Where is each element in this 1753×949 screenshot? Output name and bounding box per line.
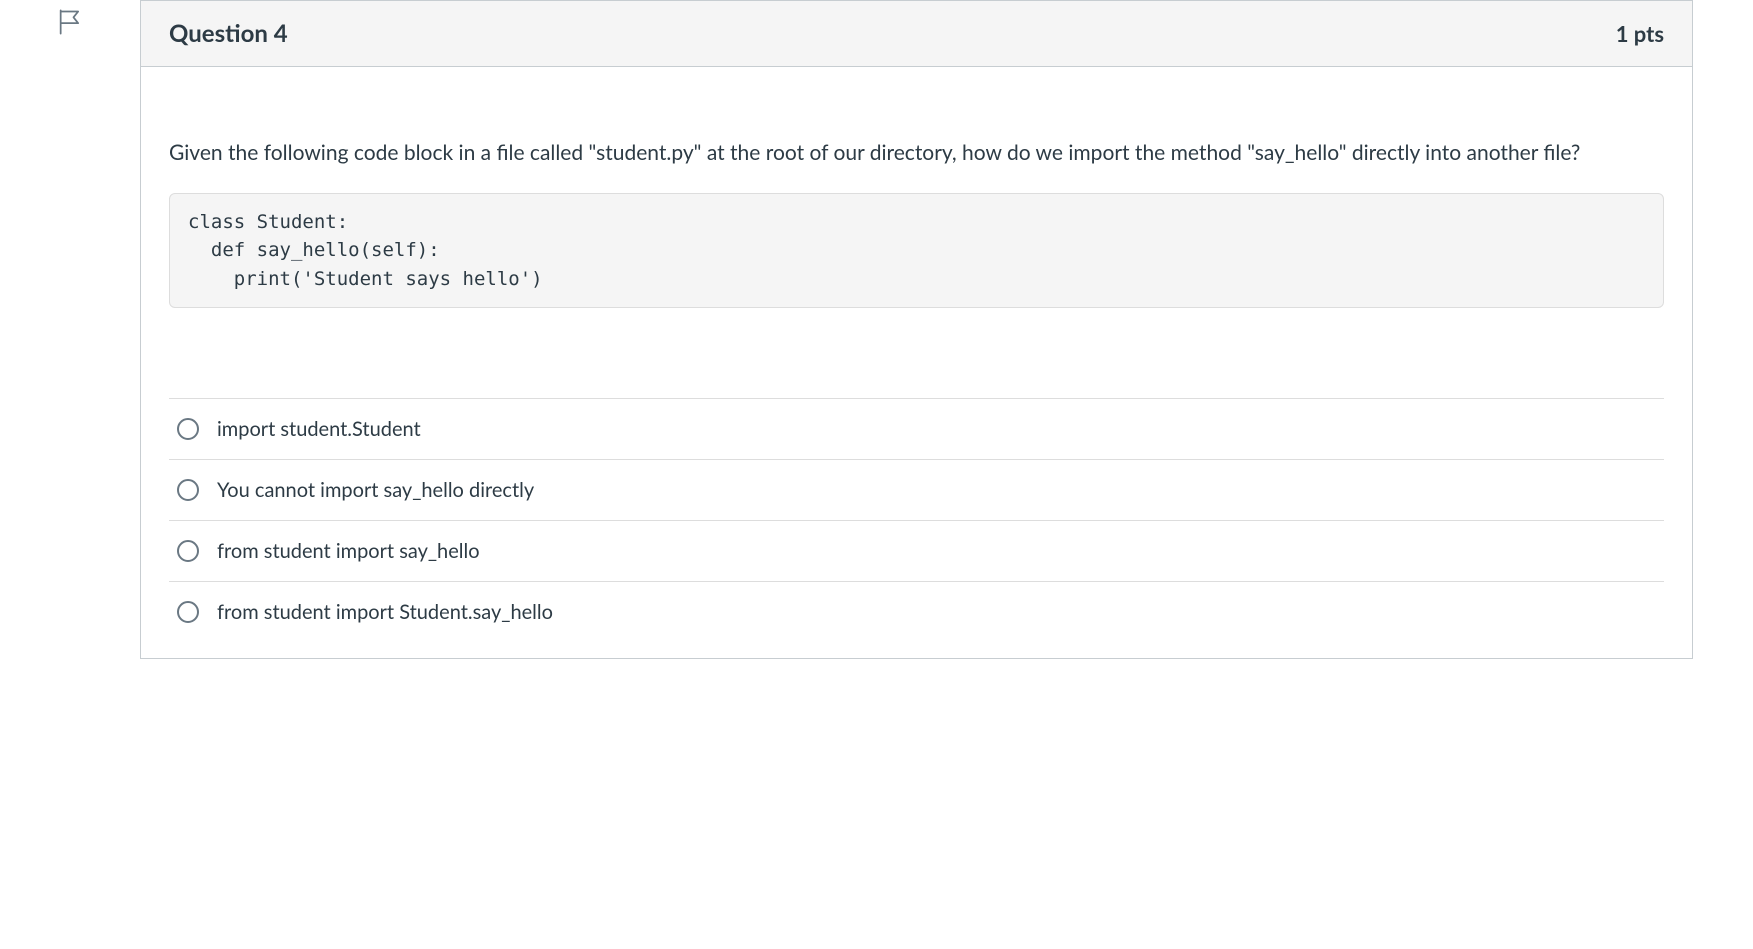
question-card: Question 4 1 pts Given the following cod… [140,0,1693,659]
question-points: 1 pts [1616,20,1664,47]
question-prompt: Given the following code block in a file… [169,137,1664,169]
answer-option[interactable]: from student import Student.say_hello [169,581,1664,646]
answer-label: You cannot import say_hello directly [217,478,534,502]
question-body: Given the following code block in a file… [141,67,1692,658]
radio-icon[interactable] [177,601,199,623]
radio-icon[interactable] [177,479,199,501]
question-header: Question 4 1 pts [141,1,1692,67]
answer-label: from student import Student.say_hello [217,600,553,624]
flag-icon[interactable] [56,8,84,36]
flag-column [0,0,140,36]
answer-option[interactable]: from student import say_hello [169,520,1664,581]
answer-label: from student import say_hello [217,539,480,563]
code-block: class Student: def say_hello(self): prin… [169,193,1664,309]
answer-option[interactable]: import student.Student [169,398,1664,459]
radio-icon[interactable] [177,540,199,562]
radio-icon[interactable] [177,418,199,440]
answer-label: import student.Student [217,417,421,441]
question-title: Question 4 [169,19,288,48]
question-container: Question 4 1 pts Given the following cod… [0,0,1753,659]
answer-option[interactable]: You cannot import say_hello directly [169,459,1664,520]
answers-list: import student.Student You cannot import… [169,398,1664,646]
